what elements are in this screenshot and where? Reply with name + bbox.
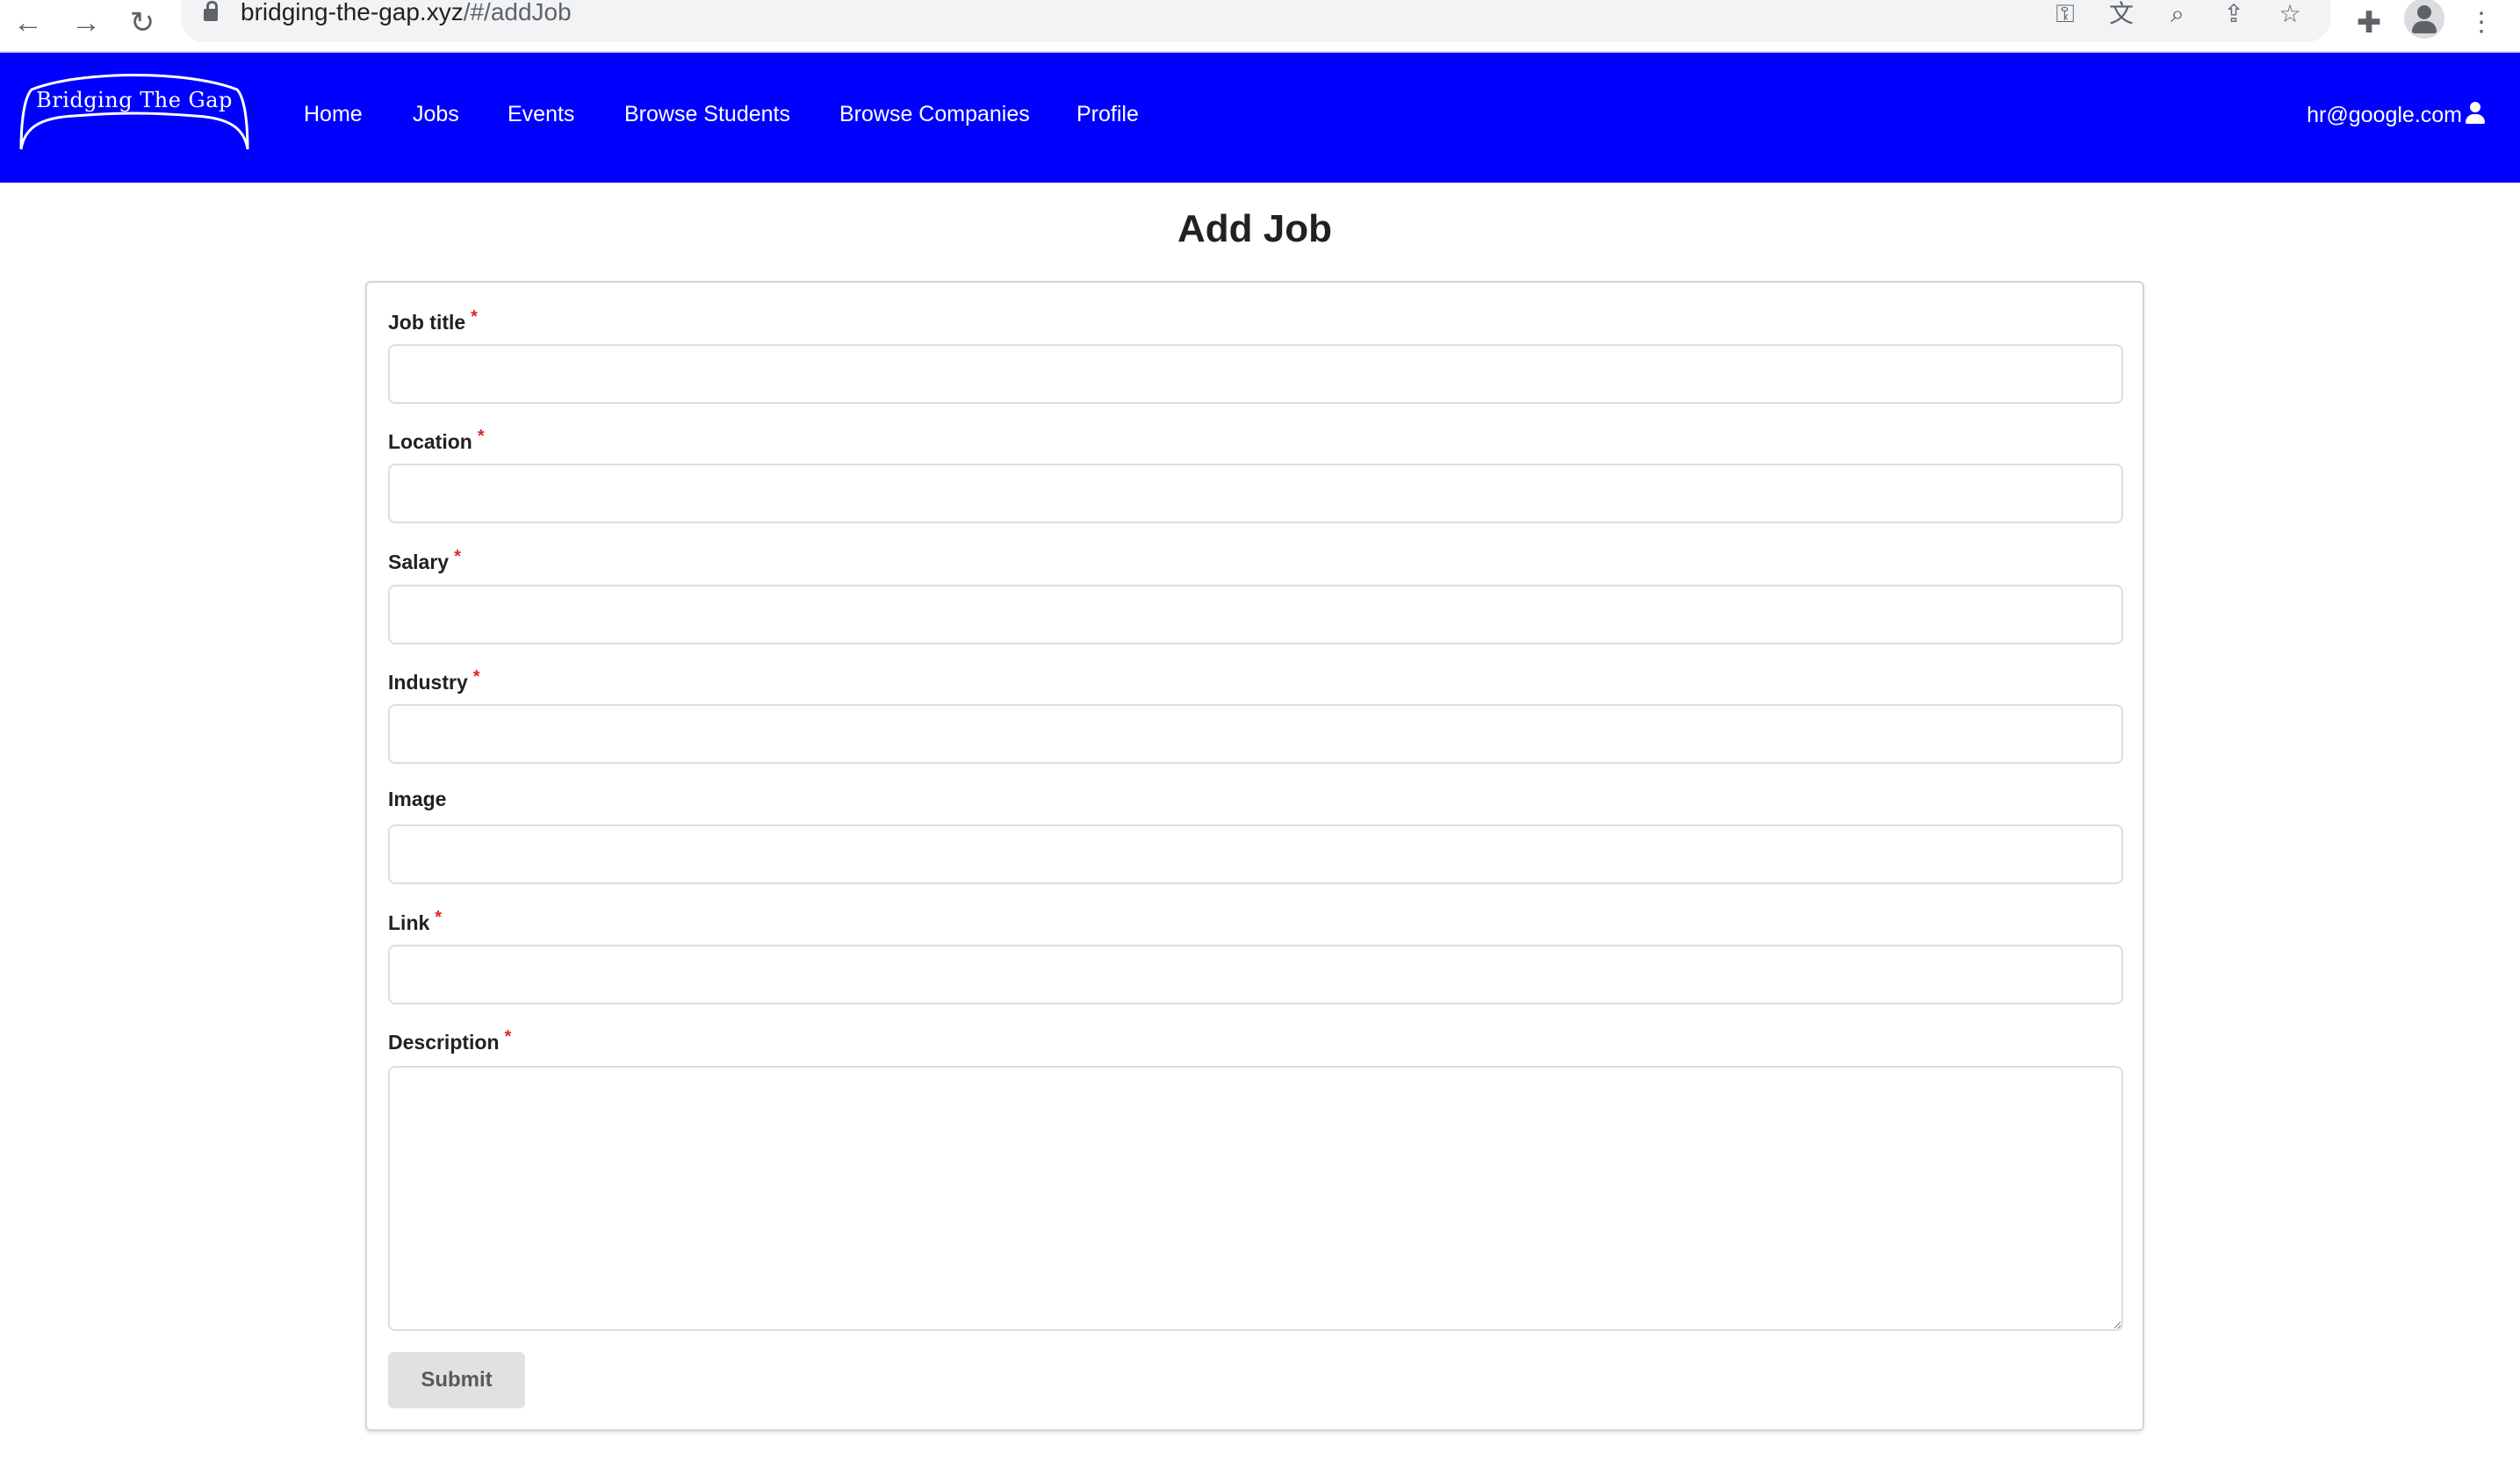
location-label: Location *: [388, 427, 485, 454]
required-mark: *: [477, 427, 485, 446]
url-host: bridging-the-gap.xyz: [241, 0, 464, 25]
location-label-text: Location: [388, 430, 472, 453]
description-label-text: Description: [388, 1031, 500, 1054]
salary-label: Salary *: [388, 547, 461, 574]
url-path: /#/addJob: [463, 0, 572, 25]
required-mark: *: [435, 908, 443, 927]
share-icon[interactable]: ⇪: [2216, 0, 2251, 32]
address-bar[interactable]: bridging-the-gap.xyz/#/addJob ⚿ 文 ⌕ ⇪ ☆: [181, 0, 2330, 42]
menu-icon[interactable]: ⋮: [2462, 4, 2501, 42]
user-icon: [2464, 102, 2487, 125]
nav-link-jobs[interactable]: Jobs: [413, 102, 459, 127]
brand-name: Bridging The Gap: [36, 88, 233, 112]
translate-icon[interactable]: 文: [2104, 0, 2139, 32]
site-navbar: Bridging The Gap Home Jobs Events Browse…: [0, 53, 2520, 183]
page-title: Add Job: [1177, 207, 1332, 250]
industry-label-text: Industry: [388, 671, 468, 694]
image-input[interactable]: [388, 824, 2123, 884]
profile-icon[interactable]: [2404, 0, 2444, 39]
link-input[interactable]: [388, 945, 2123, 1004]
image-label-text: Image: [388, 788, 447, 810]
industry-input[interactable]: [388, 704, 2123, 764]
forward-icon[interactable]: →: [67, 4, 105, 42]
location-input[interactable]: [388, 464, 2123, 523]
add-job-form: Job title * Location * Salary * Industry * I…: [365, 281, 2144, 1431]
url-text: bridging-the-gap.xyz/#/addJob: [241, 0, 572, 26]
submit-button[interactable]: Submit: [388, 1352, 525, 1408]
job-title-label-text: Job title: [388, 311, 466, 334]
nav-link-events[interactable]: Events: [508, 102, 574, 127]
required-mark: *: [504, 1027, 512, 1047]
star-icon[interactable]: ☆: [2272, 0, 2308, 32]
required-mark: *: [472, 667, 480, 687]
link-label: Link *: [388, 908, 442, 935]
job-title-input[interactable]: [388, 344, 2123, 404]
reload-icon[interactable]: ↻: [123, 4, 162, 42]
brand-frame-shape: [19, 74, 249, 150]
zoom-icon[interactable]: ⌕: [2160, 0, 2195, 32]
key-icon[interactable]: ⚿: [2048, 0, 2083, 32]
salary-label-text: Salary: [388, 550, 450, 573]
job-title-label: Job title *: [388, 307, 478, 335]
image-label: Image: [388, 788, 446, 811]
nav-link-browse-companies[interactable]: Browse Companies: [839, 102, 1030, 127]
nav-link-browse-students[interactable]: Browse Students: [624, 102, 790, 127]
industry-label: Industry *: [388, 667, 480, 694]
nav-link-home[interactable]: Home: [304, 102, 363, 127]
browser-toolbar: ← → ↻ bridging-the-gap.xyz/#/addJob ⚿ 文 …: [0, 0, 2520, 53]
nav-link-profile[interactable]: Profile: [1076, 102, 1139, 127]
required-mark: *: [471, 307, 478, 327]
description-textarea[interactable]: [388, 1066, 2123, 1331]
brand-logo[interactable]: Bridging The Gap: [19, 74, 249, 153]
back-icon[interactable]: ←: [9, 4, 47, 42]
user-email: hr@google.com: [2307, 103, 2462, 127]
salary-input[interactable]: [388, 585, 2123, 644]
description-label: Description *: [388, 1027, 511, 1054]
extensions-icon[interactable]: ✚: [2350, 4, 2388, 42]
link-label-text: Link: [388, 911, 430, 934]
lock-icon: [204, 1, 218, 21]
required-mark: *: [454, 547, 461, 566]
user-menu[interactable]: hr@google.com: [2307, 102, 2487, 128]
